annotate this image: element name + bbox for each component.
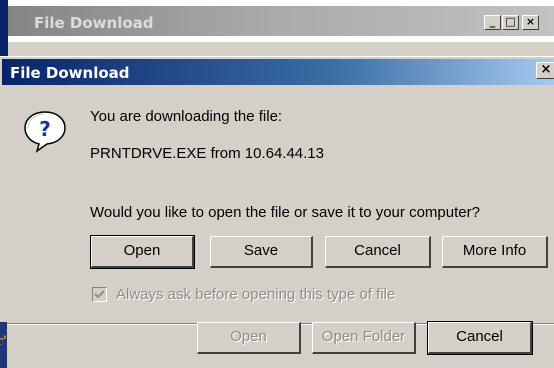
background-window-titlebar[interactable]: File Download _ □ × [0,0,554,42]
checkmark-icon [94,290,105,299]
open-button[interactable]: Open [90,235,195,269]
screen: File Download _ □ × File Download × ? Yo… [0,0,554,368]
dialog-titlebar[interactable]: File Download [2,59,554,85]
background-open-folder-button[interactable]: Open Folder [312,322,416,354]
background-window-edge [0,0,8,58]
always-ask-label: Always ask before opening this type of f… [116,286,396,303]
background-titlebar-gradient: File Download _ □ × [6,6,554,36]
background-close-button[interactable]: × [522,15,539,30]
svg-text:?: ? [39,117,51,141]
file-download-dialog: File Download × ? You are downloading th… [0,56,554,324]
download-message: You are downloading the file: [90,108,283,125]
background-open-button[interactable]: Open [197,322,301,354]
open-or-save-question: Would you like to open the file or save … [90,204,480,221]
background-window-title: File Download [34,14,154,32]
background-edge-fragment: r' [0,334,7,349]
question-icon: ? [24,111,66,153]
more-info-button[interactable]: More Info [442,236,548,268]
maximize-button[interactable]: □ [502,15,519,30]
dialog-title: File Download [10,64,130,82]
save-button[interactable]: Save [210,236,313,268]
cancel-button[interactable]: Cancel [325,236,431,268]
minimize-button[interactable]: _ [484,15,501,30]
dialog-close-button[interactable]: × [536,62,554,79]
always-ask-checkbox[interactable] [92,287,107,302]
background-left-edge: r' [0,322,7,368]
file-name-and-source: PRNTDRVE.EXE from 10.64.44.13 [90,145,324,162]
background-cancel-button[interactable]: Cancel [427,321,533,355]
